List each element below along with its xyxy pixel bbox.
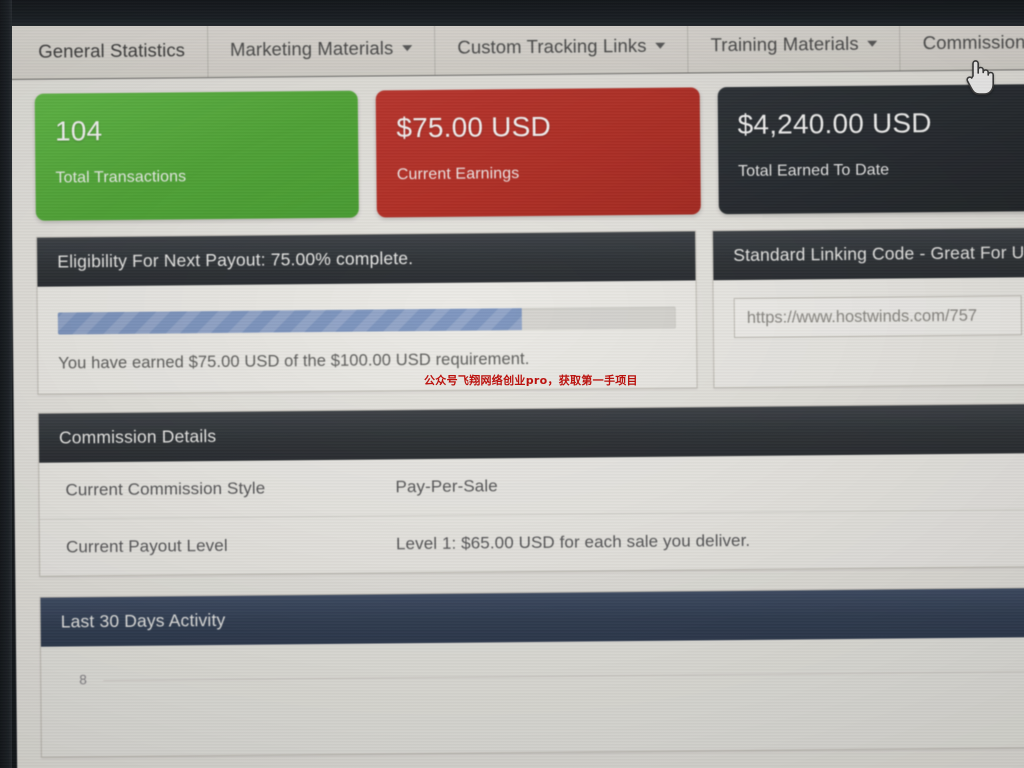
stat-cards-row: 104 Total Transactions $75.00 USD Curren…	[11, 84, 1024, 221]
tab-label: Commissions	[922, 30, 1024, 53]
activity-chart: 8	[40, 637, 1024, 757]
tab-label: Marketing Materials	[229, 36, 394, 60]
stat-card-total-transactions: 104 Total Transactions	[34, 90, 360, 221]
tab-label: Training Materials	[710, 32, 859, 55]
commission-style-label: Current Commission Style	[65, 478, 266, 500]
standard-link-input[interactable]: https://www.hostwinds.com/757	[733, 295, 1023, 339]
last-30-days-activity-panel: Last 30 Days Activity 8	[39, 587, 1024, 758]
stat-card-label: Total Earned To Date	[738, 161, 890, 181]
payout-level-label: Current Payout Level	[39, 516, 371, 576]
linking-code-panel: Standard Linking Code - Great For Us htt…	[712, 227, 1024, 389]
stat-card-current-earnings: $75.00 USD Current Earnings	[375, 87, 701, 218]
photo-bezel-top	[0, 0, 1024, 26]
tab-general-statistics[interactable]: General Statistics	[15, 22, 209, 79]
chevron-down-icon	[867, 40, 878, 47]
payout-progress-fill	[57, 308, 522, 335]
eligibility-panel-header: Eligibility For Next Payout: 75.00% comp…	[37, 231, 696, 287]
tab-label: General Statistics	[38, 38, 186, 62]
table-row: Current Commission Style Pay-Per-Sale	[39, 453, 1024, 519]
tab-custom-tracking-links[interactable]: Custom Tracking Links	[435, 17, 689, 75]
screen-surface: General Statistics Marketing Materials C…	[10, 13, 1024, 768]
eligibility-linking-row: Eligibility For Next Payout: 75.00% comp…	[12, 227, 1024, 395]
commission-style-value: Pay-Per-Sale	[395, 476, 498, 497]
payout-level-value: Level 1: $65.00 USD for each sale you de…	[369, 509, 1024, 573]
stat-card-value: $4,240.00 USD	[737, 107, 932, 141]
table-row: Current Payout Level Level 1: $65.00 USD…	[39, 509, 1024, 576]
chevron-down-icon	[655, 42, 666, 49]
chart-y-axis-tick: 8	[79, 672, 87, 688]
photo-bezel-left	[0, 0, 12, 768]
page-content: 104 Total Transactions $75.00 USD Curren…	[10, 70, 1024, 768]
eligibility-panel: Eligibility For Next Payout: 75.00% comp…	[36, 230, 698, 395]
tab-marketing-materials[interactable]: Marketing Materials	[207, 19, 436, 78]
commission-details-table: Current Commission Style Pay-Per-Sale Cu…	[39, 453, 1024, 576]
linking-code-panel-body: https://www.hostwinds.com/757	[713, 277, 1024, 358]
commission-details-panel: Commission Details Current Commission St…	[37, 403, 1024, 577]
watermark-text: 公众号飞翔网络创业pro，获取第一手项目	[424, 374, 638, 387]
linking-code-panel-header: Standard Linking Code - Great For Us	[713, 228, 1024, 281]
eligibility-description: You have earned $75.00 USD of the $100.0…	[58, 350, 530, 373]
stat-card-value: $75.00 USD	[396, 110, 552, 144]
chart-gridline	[103, 671, 1024, 682]
stat-card-label: Total Transactions	[55, 168, 187, 187]
stat-card-label: Current Earnings	[396, 165, 520, 184]
tab-label: Custom Tracking Links	[457, 34, 647, 58]
stat-card-total-earned-to-date: $4,240.00 USD Total Earned To Date	[717, 84, 1024, 215]
payout-progress-bar	[57, 306, 676, 335]
chevron-down-icon	[402, 44, 413, 51]
stat-card-value: 104	[54, 115, 103, 147]
photo-of-screen: General Statistics Marketing Materials C…	[0, 0, 1024, 768]
